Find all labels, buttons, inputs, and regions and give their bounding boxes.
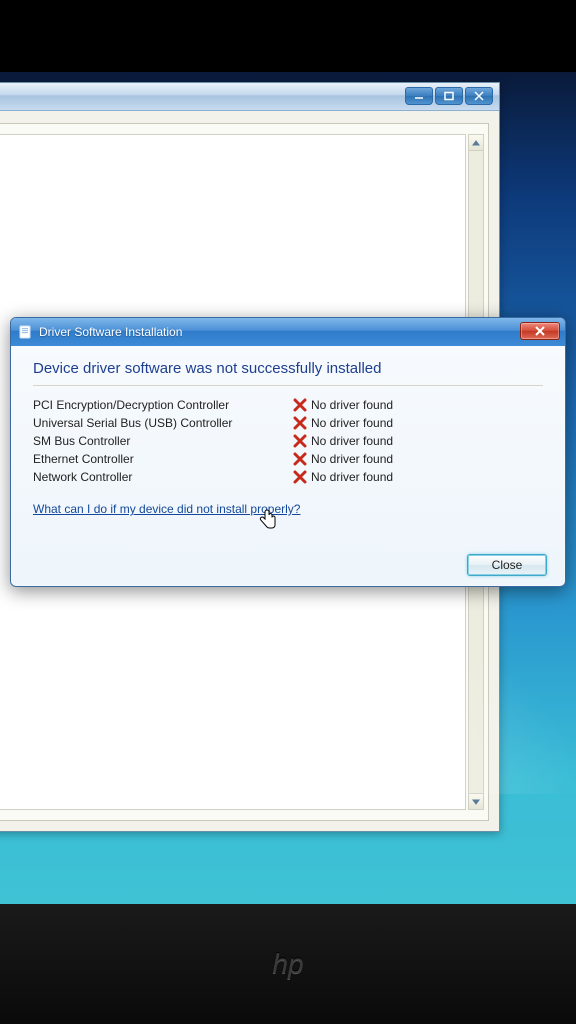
device-status-text: No driver found [311, 468, 393, 486]
device-name: Network Controller [33, 468, 293, 486]
scroll-down-button[interactable] [469, 793, 483, 809]
device-row: Ethernet Controller No driver found [33, 450, 543, 468]
error-x-icon [293, 416, 307, 430]
monitor-bezel: hp [0, 904, 576, 1024]
device-status-text: No driver found [311, 414, 393, 432]
device-row: Network Controller No driver found [33, 468, 543, 486]
dialog-titlebar[interactable]: Driver Software Installation [11, 318, 565, 346]
error-x-icon [293, 470, 307, 484]
dialog-heading: Device driver software was not successfu… [33, 358, 543, 386]
device-status-text: No driver found [311, 396, 393, 414]
maximize-button[interactable] [435, 87, 463, 105]
desktop-background: Driver Software Installation Device driv… [0, 72, 576, 904]
device-status: No driver found [293, 450, 393, 468]
device-name: PCI Encryption/Decryption Controller [33, 396, 293, 414]
error-x-icon [293, 398, 307, 412]
background-close-button[interactable] [465, 87, 493, 105]
error-x-icon [293, 434, 307, 448]
dialog-footer: Close [467, 554, 547, 576]
scroll-up-button[interactable] [469, 135, 483, 151]
device-row: SM Bus Controller No driver found [33, 432, 543, 450]
dialog-title: Driver Software Installation [39, 325, 182, 339]
background-window-controls [405, 87, 493, 105]
device-status-text: No driver found [311, 432, 393, 450]
device-row: Universal Serial Bus (USB) Controller No … [33, 414, 543, 432]
device-name: Ethernet Controller [33, 450, 293, 468]
device-row: PCI Encryption/Decryption Controller No d… [33, 396, 543, 414]
device-status-text: No driver found [311, 450, 393, 468]
device-status: No driver found [293, 396, 393, 414]
device-status: No driver found [293, 414, 393, 432]
oem-logo: hp [272, 948, 303, 980]
device-status: No driver found [293, 468, 393, 486]
minimize-button[interactable] [405, 87, 433, 105]
dialog-title-icon [17, 324, 33, 340]
device-name: Universal Serial Bus (USB) Controller [33, 414, 293, 432]
driver-install-dialog: Driver Software Installation Device driv… [10, 317, 566, 587]
dialog-close-button[interactable] [520, 322, 560, 340]
close-button[interactable]: Close [467, 554, 547, 576]
dialog-body: Device driver software was not successfu… [11, 346, 565, 586]
error-x-icon [293, 452, 307, 466]
help-link[interactable]: What can I do if my device did not insta… [33, 502, 300, 516]
device-status: No driver found [293, 432, 393, 450]
device-list: PCI Encryption/Decryption Controller No d… [33, 396, 543, 486]
background-window-titlebar [0, 83, 499, 111]
device-name: SM Bus Controller [33, 432, 293, 450]
